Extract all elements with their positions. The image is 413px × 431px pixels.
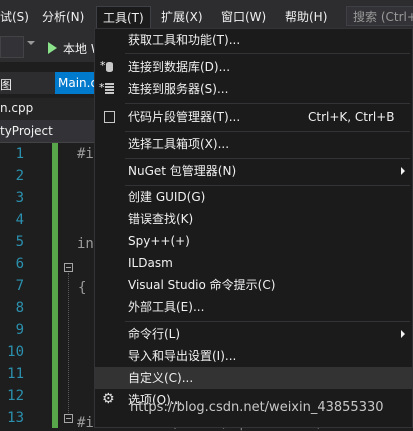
menu-separator xyxy=(125,321,410,322)
code-line-1: #i xyxy=(77,146,94,162)
menu-item-get-tools[interactable]: 获取工具和功能(T)... xyxy=(95,29,412,51)
menu-item-label: 自定义(C)... xyxy=(128,371,194,385)
menu-item-nuget[interactable]: NuGet 包管理器(N) xyxy=(95,160,412,182)
chevron-right-icon xyxy=(401,330,405,338)
menu-item-create-guid[interactable]: 创建 GUID(G) xyxy=(95,186,412,208)
change-tracking-bar xyxy=(52,143,58,428)
play-icon[interactable] xyxy=(48,42,57,54)
menu-item-connect-database[interactable]: 连接到数据库(D)... xyxy=(95,55,412,78)
menu-item-command-line[interactable]: 命令行(L) xyxy=(95,323,412,345)
menu-item-code-snippets[interactable]: 代码片段管理器(T)... Ctrl+K, Ctrl+B xyxy=(95,106,412,128)
line-number: 10 xyxy=(7,344,24,360)
line-number: 3 xyxy=(15,190,24,206)
line-number: 1 xyxy=(15,146,24,162)
watermark-text: https://blog.csdn.net/weixin_43855330 xyxy=(130,400,384,415)
menu-item-import-export-settings[interactable]: 导入和导出设置(I)... xyxy=(95,345,412,367)
menu-item-label: 代码片段管理器(T)... xyxy=(128,110,241,124)
snippet-icon xyxy=(104,111,115,123)
menu-item-external-tools[interactable]: 外部工具(E)... xyxy=(95,296,412,318)
solution-config-combo[interactable] xyxy=(0,36,24,58)
code-line-5: in xyxy=(77,236,94,252)
database-icon xyxy=(100,55,113,77)
menu-separator xyxy=(125,131,410,132)
menu-tools[interactable]: 工具(T) xyxy=(96,6,151,29)
line-number: 7 xyxy=(15,278,24,294)
menu-item-customize[interactable]: 自定义(C)... xyxy=(95,367,412,389)
menu-item-spy[interactable]: Spy++(+) xyxy=(95,230,412,252)
search-input[interactable]: 搜索 (Ctrl+ xyxy=(346,6,413,26)
line-number: 6 xyxy=(15,256,24,272)
menu-separator xyxy=(125,158,410,159)
menu-item-vs-command-prompt[interactable]: Visual Studio 命令提示(C) xyxy=(95,274,412,296)
tools-dropdown-menu: 获取工具和功能(T)... 连接到数据库(D)... 连接到服务器(S)... … xyxy=(94,28,413,428)
file-name[interactable]: n.cpp xyxy=(0,101,33,115)
menu-item-shortcut: Ctrl+K, Ctrl+B xyxy=(308,110,395,124)
menu-separator xyxy=(125,53,410,54)
chevron-down-icon[interactable] xyxy=(27,41,35,45)
code-line-6: { xyxy=(78,280,87,296)
fold-guide xyxy=(68,273,70,413)
menu-item-label: 导入和导出设置(I)... xyxy=(128,349,237,363)
menu-item-label: 连接到服务器(S)... xyxy=(128,82,229,96)
menu-item-label: ILDasm xyxy=(128,256,173,270)
menu-item-connect-server[interactable]: 连接到服务器(S)... xyxy=(95,77,412,100)
menu-item-label: 选择工具箱项(X)... xyxy=(128,137,230,151)
menu-item-label: 外部工具(E)... xyxy=(128,300,205,314)
menu-item-label: 错误查找(K) xyxy=(128,212,194,226)
line-number: 4 xyxy=(15,212,24,228)
menu-item-label: Spy++(+) xyxy=(128,234,190,248)
line-number: 5 xyxy=(15,234,24,250)
collapse-icon[interactable] xyxy=(64,263,73,272)
menu-help[interactable]: 帮助(H) xyxy=(285,7,327,27)
collapse-icon[interactable] xyxy=(64,414,73,423)
line-number: 11 xyxy=(7,366,24,382)
line-number: 13 xyxy=(7,410,24,426)
tab-left[interactable]: 图 xyxy=(0,76,12,93)
gear-icon: ⚙ xyxy=(102,391,115,407)
server-icon xyxy=(99,77,114,99)
line-number: 2 xyxy=(15,168,24,184)
line-number: 9 xyxy=(15,322,24,338)
chevron-right-icon xyxy=(401,167,405,175)
menu-separator xyxy=(125,103,410,104)
line-number-gutter: 1 2 3 4 5 6 7 8 9 10 11 12 13 xyxy=(0,143,24,428)
project-dropdown[interactable]: tyProject xyxy=(0,124,53,138)
menu-item-label: 创建 GUID(G) xyxy=(128,190,206,204)
line-number: 8 xyxy=(15,300,24,316)
menu-item-ildasm[interactable]: ILDasm xyxy=(95,252,412,274)
menu-analyze[interactable]: 分析(N) xyxy=(42,7,84,27)
line-number: 12 xyxy=(7,388,24,404)
menu-item-label: 命令行(L) xyxy=(128,327,181,341)
menu-window[interactable]: 窗口(W) xyxy=(221,7,266,27)
menu-item-label: 连接到数据库(D)... xyxy=(128,60,231,74)
menu-item-choose-toolbox[interactable]: 选择工具箱项(X)... xyxy=(95,133,412,155)
menu-extensions[interactable]: 扩展(X) xyxy=(161,7,203,27)
menu-item-label: 获取工具和功能(T)... xyxy=(128,33,241,47)
menu-item-label: NuGet 包管理器(N) xyxy=(128,164,237,178)
menu-debug[interactable]: 试(S) xyxy=(0,7,29,27)
menu-item-label: Visual Studio 命令提示(C) xyxy=(128,278,276,292)
menu-item-error-lookup[interactable]: 错误查找(K) xyxy=(95,208,412,230)
